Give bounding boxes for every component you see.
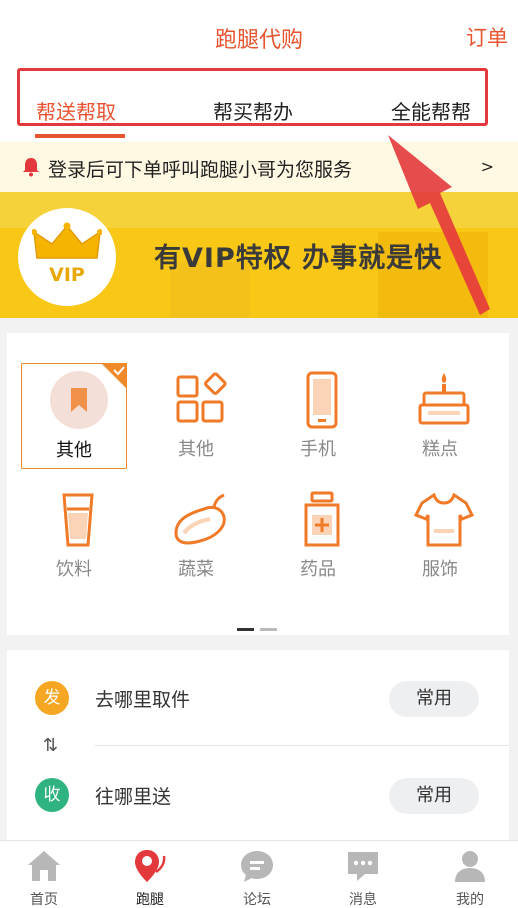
nav-label: 我的 (456, 892, 484, 908)
vip-label: VIP (49, 264, 85, 286)
nav-label: 跑腿 (136, 892, 164, 908)
category-label: 其他 (56, 440, 92, 461)
pickup-badge: 发 (35, 681, 69, 715)
home-icon (28, 851, 60, 881)
location-pin-icon (135, 850, 166, 882)
cake-icon (418, 373, 470, 425)
nav-label: 首页 (30, 892, 58, 908)
category-other[interactable]: 其他 (143, 363, 249, 469)
category-other-selected[interactable]: 其他 (21, 363, 127, 469)
bookmark-icon (50, 371, 108, 429)
grid-icon (176, 372, 227, 423)
pickup-address-input[interactable]: 去哪里取件 (95, 685, 190, 712)
category-vegetable[interactable]: 蔬菜 (143, 483, 249, 589)
nav-item-profile[interactable]: 我的 (418, 841, 518, 908)
category-drink[interactable]: 饮料 (21, 483, 127, 589)
notice-text: 登录后可下单呼叫跑腿小哥为您服务 (48, 159, 353, 181)
nav-item-home[interactable]: 首页 (0, 841, 96, 908)
pickup-frequent-button[interactable]: 常用 (389, 681, 479, 717)
chevron-right-icon[interactable]: > (481, 157, 494, 176)
category-clothing[interactable]: 服饰 (387, 483, 493, 589)
page-dot (260, 628, 277, 631)
nav-item-messages[interactable]: 消息 (311, 841, 415, 908)
bottom-nav: 首页 跑腿 论坛 消息 我的 (0, 840, 518, 908)
divider (95, 745, 509, 746)
category-label: 其他 (178, 439, 214, 460)
message-icon (348, 852, 378, 881)
category-medicine[interactable]: 药品 (265, 483, 371, 589)
header: 跑腿代购 订单 (0, 0, 518, 72)
crown-icon (32, 222, 102, 259)
nav-label: 消息 (349, 892, 377, 908)
page-title: 跑腿代购 (214, 28, 303, 53)
swap-icon[interactable]: ⇅ (43, 735, 58, 756)
user-icon (455, 851, 485, 882)
category-label: 饮料 (56, 559, 92, 580)
nav-label: 论坛 (243, 892, 271, 908)
category-label: 药品 (300, 559, 336, 580)
tshirt-icon (414, 492, 474, 547)
category-phone[interactable]: 手机 (265, 363, 371, 469)
page-indicator (237, 616, 283, 635)
category-label: 糕点 (422, 439, 458, 460)
nav-item-forum[interactable]: 论坛 (205, 841, 309, 908)
active-tab-indicator (35, 134, 125, 138)
page-dot-active (237, 628, 254, 631)
chat-bubble-icon (241, 851, 273, 882)
dropoff-frequent-button[interactable]: 常用 (389, 778, 479, 814)
category-label: 蔬菜 (178, 559, 214, 580)
cup-icon (62, 493, 94, 547)
dropoff-address-row[interactable]: 收 往哪里送 常用 (7, 765, 509, 825)
category-grid: 其他 其他 手机 糕点 饮料 蔬菜 药品 服饰 (7, 333, 509, 635)
medicine-icon (304, 491, 340, 547)
login-notice-bar[interactable]: 登录后可下单呼叫跑腿小哥为您服务 > (0, 142, 518, 192)
annotation-highlight-box (17, 68, 488, 126)
check-corner-icon (101, 363, 127, 389)
pickup-address-row[interactable]: 发 去哪里取件 常用 (7, 668, 509, 728)
vip-badge: VIP (18, 208, 116, 306)
category-label: 服饰 (422, 559, 458, 580)
category-pastry[interactable]: 糕点 (387, 363, 493, 469)
dropoff-address-input[interactable]: 往哪里送 (95, 782, 171, 809)
banner-slogan: 有VIP特权 办事就是快 (154, 243, 443, 274)
dropoff-badge: 收 (35, 778, 69, 812)
bell-icon (23, 158, 39, 177)
phone-icon (306, 371, 338, 429)
vip-banner[interactable]: VIP 有VIP特权 办事就是快 (0, 192, 518, 318)
eggplant-icon (174, 493, 226, 545)
nav-item-errand[interactable]: 跑腿 (98, 841, 202, 908)
address-card: 发 去哪里取件 常用 ⇅ 收 往哪里送 常用 (7, 650, 509, 840)
category-label: 手机 (300, 439, 336, 460)
order-button[interactable]: 订单 (466, 22, 508, 52)
